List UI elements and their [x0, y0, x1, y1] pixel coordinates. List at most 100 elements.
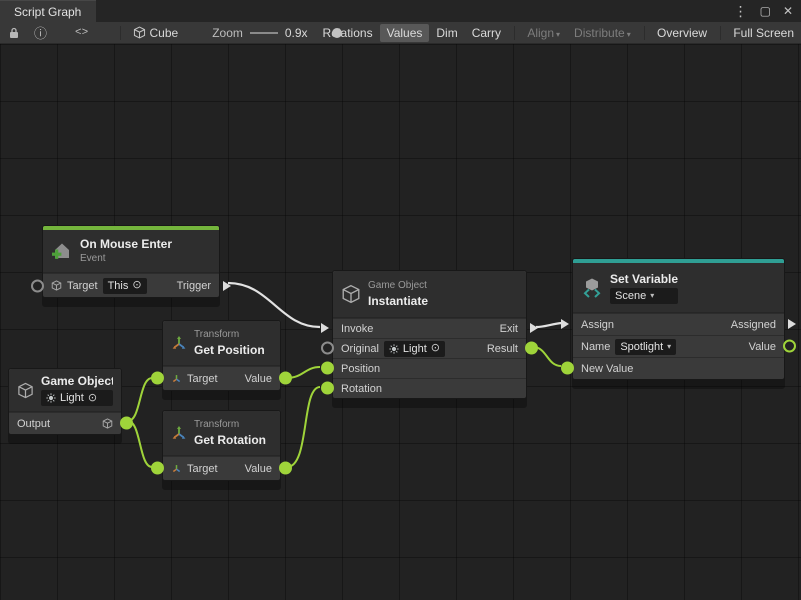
node-subtitle: Event: [80, 253, 172, 265]
cube-icon: [341, 284, 361, 304]
fullscreen-button[interactable]: Full Screen: [726, 24, 801, 42]
port-trigger-output[interactable]: [223, 281, 231, 291]
target-label: Target: [187, 373, 218, 385]
output-label: Output: [17, 418, 50, 430]
cube-icon: [17, 382, 34, 399]
port-value-output[interactable]: [279, 462, 292, 475]
code-view-icon[interactable]: <>: [75, 27, 88, 39]
port-target-input[interactable]: [151, 462, 164, 475]
wire-rotation-value[interactable]: [287, 387, 320, 467]
node-category: Game Object: [368, 280, 428, 292]
node-game-object-literal[interactable]: Game Object Light ⊙ Output: [8, 368, 122, 435]
graph-toolbar: ⓘ <> Cube Zoom 0.9x Relations Values Dim…: [0, 22, 801, 44]
port-original-input[interactable]: [321, 342, 334, 355]
assigned-label: Assigned: [731, 319, 776, 331]
port-exit-output[interactable]: [530, 323, 538, 333]
graph-canvas[interactable]: On Mouse Enter Event Target This ⊙ Trigg…: [0, 44, 801, 600]
distribute-dropdown[interactable]: Distribute▾: [567, 24, 638, 42]
port-target-input[interactable]: [151, 372, 164, 385]
scope-value: Scene: [615, 290, 646, 302]
script-graph-window: Script Graph ⋮ ▢ ✕ ⓘ <> Cube Zoom 0.9x R…: [0, 0, 801, 600]
zoom-slider-track: [250, 32, 278, 34]
invoke-label: Invoke: [341, 323, 373, 335]
node-get-position[interactable]: Transform Get Position Target Value: [162, 320, 281, 391]
lock-icon[interactable]: [8, 27, 20, 39]
info-icon[interactable]: ⓘ: [34, 23, 47, 42]
variable-name-dropdown[interactable]: Spotlight ▾: [615, 339, 676, 355]
maximize-icon[interactable]: ▢: [760, 5, 771, 17]
zoom-slider-handle[interactable]: [332, 28, 342, 38]
node-title: Instantiate: [368, 294, 428, 308]
target-object-field[interactable]: This ⊙: [103, 278, 147, 294]
values-button[interactable]: Values: [380, 24, 430, 42]
wire-exit-to-assign[interactable]: [536, 323, 562, 327]
new-value-label: New Value: [581, 363, 633, 375]
node-category: Transform: [194, 419, 266, 431]
name-label: Name: [581, 341, 610, 353]
node-get-rotation[interactable]: Transform Get Rotation Target Value: [162, 410, 281, 481]
gameobject-type-icon: [102, 418, 113, 429]
zoom-slider[interactable]: [250, 28, 278, 38]
node-title: Set Variable: [610, 272, 678, 286]
port-invoke-input[interactable]: [321, 323, 329, 333]
chevron-down-icon: ▾: [627, 30, 631, 39]
tab-script-graph[interactable]: Script Graph: [0, 0, 96, 22]
window-controls: ⋮ ▢ ✕: [734, 0, 801, 22]
light-icon: [46, 393, 56, 403]
zoom-value: 0.9x: [285, 26, 308, 40]
node-title: Get Position: [194, 343, 265, 357]
tab-title: Script Graph: [14, 5, 81, 19]
rotation-label: Rotation: [341, 383, 382, 395]
value-label: Value: [245, 463, 272, 475]
object-picker-icon[interactable]: ⊙: [132, 280, 141, 291]
port-new-value-input[interactable]: [561, 362, 574, 375]
align-dropdown[interactable]: Align▾: [520, 24, 567, 42]
variable-icon: [581, 277, 603, 299]
dim-button[interactable]: Dim: [429, 24, 464, 42]
port-result-output[interactable]: [525, 342, 538, 355]
value-label: Value: [245, 373, 272, 385]
port-rotation-input[interactable]: [321, 382, 334, 395]
node-on-mouse-enter[interactable]: On Mouse Enter Event Target This ⊙ Trigg…: [42, 225, 220, 298]
port-target-input[interactable]: [31, 280, 44, 293]
node-instantiate[interactable]: Game Object Instantiate Invoke Exit Orig…: [332, 270, 527, 399]
object-picker-icon[interactable]: ⊙: [88, 393, 97, 404]
graph-object-name: Cube: [150, 26, 179, 40]
light-icon: [389, 344, 399, 354]
object-name: Light: [60, 392, 84, 404]
transform-icon: [171, 425, 187, 441]
transform-type-icon: [171, 373, 182, 384]
wire-output-to-getposition-target[interactable]: [128, 378, 152, 421]
gameobject-type-icon: [51, 280, 62, 291]
assign-label: Assign: [581, 319, 614, 331]
port-output[interactable]: [120, 417, 133, 430]
port-assigned-output[interactable]: [788, 319, 796, 329]
node-category: Transform: [194, 329, 265, 341]
overview-button[interactable]: Overview: [650, 24, 714, 42]
chevron-down-icon: ▾: [556, 30, 560, 39]
chevron-down-icon: ▾: [650, 291, 654, 300]
node-set-variable[interactable]: Set Variable Scene ▾ Assign Assigned Nam…: [572, 258, 785, 380]
name-value: Spotlight: [620, 341, 663, 353]
port-assign-input[interactable]: [561, 319, 569, 329]
close-icon[interactable]: ✕: [783, 5, 793, 17]
variable-scope-dropdown[interactable]: Scene ▾: [610, 288, 678, 304]
carry-button[interactable]: Carry: [465, 24, 508, 42]
port-position-input[interactable]: [321, 362, 334, 375]
transform-type-icon: [171, 463, 182, 474]
trigger-label: Trigger: [177, 280, 211, 292]
zoom-label: Zoom: [212, 26, 243, 40]
wire-output-to-getrotation-target[interactable]: [128, 421, 152, 467]
menu-icon[interactable]: ⋮: [734, 4, 748, 18]
object-picker-icon[interactable]: ⊙: [431, 343, 440, 354]
relations-button[interactable]: Relations: [316, 24, 380, 42]
node-title: Game Object: [41, 374, 113, 388]
exit-label: Exit: [500, 323, 518, 335]
original-label: Original: [341, 343, 379, 355]
port-value-output[interactable]: [783, 340, 796, 353]
port-value-output[interactable]: [279, 372, 292, 385]
light-object-field[interactable]: Light ⊙: [41, 390, 113, 406]
value-label: Value: [749, 341, 776, 353]
original-object-field[interactable]: Light ⊙: [384, 341, 445, 357]
position-label: Position: [341, 363, 380, 375]
